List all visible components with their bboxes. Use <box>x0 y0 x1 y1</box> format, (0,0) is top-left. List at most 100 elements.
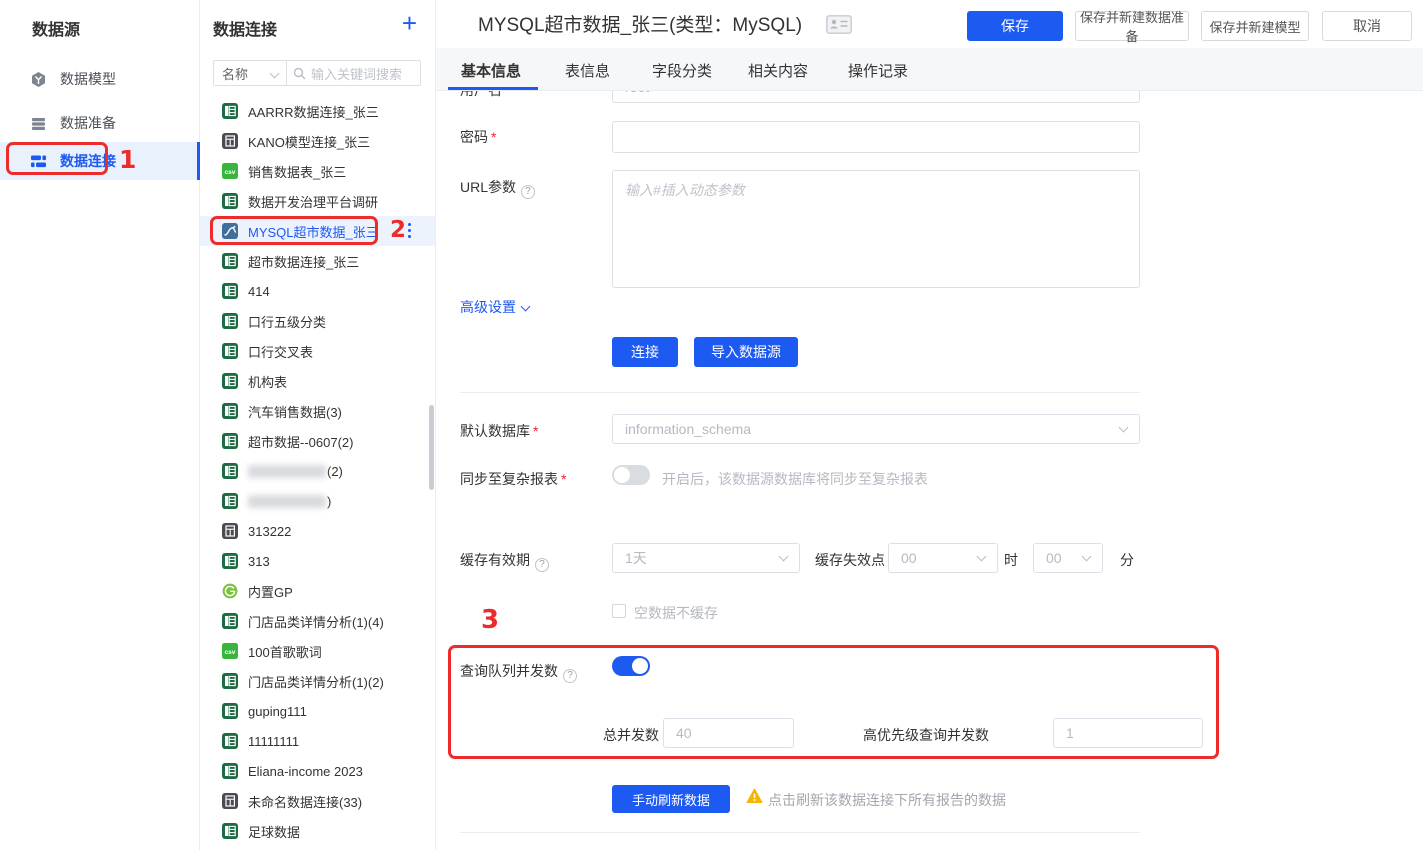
list-item[interactable]: 内置GP <box>200 576 435 606</box>
excel-icon <box>222 283 238 299</box>
list-item[interactable]: 未命名数据连接(33) <box>200 786 435 816</box>
search-input[interactable]: 输入关键词搜索 <box>287 60 421 86</box>
cache-expire-minute-select[interactable]: 00 <box>1033 543 1103 573</box>
required-asterisk: * <box>491 129 496 145</box>
help-icon[interactable]: ? <box>521 185 535 199</box>
list-item-label: 超市数据连接_张三 <box>248 252 359 271</box>
list-item[interactable]: 11111111 <box>200 726 435 756</box>
list-item-label: 414 <box>248 284 270 299</box>
add-connection-button[interactable]: + <box>402 10 417 36</box>
advanced-settings-link[interactable]: 高级设置 <box>460 297 529 317</box>
list-item[interactable]: KANO模型连接_张三 <box>200 126 435 156</box>
list-item-label: KANO模型连接_张三 <box>248 132 370 151</box>
query-queue-label: 查询队列并发数? <box>460 661 577 683</box>
warning-icon <box>746 788 763 807</box>
list-item[interactable]: csv 100首歌歌词 <box>200 636 435 666</box>
total-concurrency-input[interactable]: 40 <box>663 718 794 748</box>
list-item[interactable]: 超市数据--0607(2) <box>200 426 435 456</box>
save-button[interactable]: 保存 <box>967 11 1063 41</box>
save-and-new-prep-button[interactable]: 保存并新建数据准备 <box>1075 11 1189 41</box>
list-item[interactable]: 数据开发治理平台调研 <box>200 186 435 216</box>
list-item[interactable]: 414 <box>200 276 435 306</box>
svg-text:csv: csv <box>225 649 236 656</box>
annotation-number-2: 2 <box>390 217 406 243</box>
list-item[interactable]: 313 <box>200 546 435 576</box>
excel-icon <box>222 763 238 779</box>
cache-expire-label: 缓存失效点 <box>815 550 885 570</box>
list-item-label: ) <box>327 494 331 509</box>
sync-report-toggle[interactable] <box>612 465 650 485</box>
list-item[interactable]: Eliana-income 2023 <box>200 756 435 786</box>
list-item[interactable]: 门店品类详情分析(1)(4) <box>200 606 435 636</box>
help-icon[interactable]: ? <box>535 558 549 572</box>
url-params-textarea[interactable]: 输入#插入动态参数 <box>612 170 1140 288</box>
list-item[interactable]: 口行交叉表 <box>200 336 435 366</box>
annotation-number-3: 3 <box>481 605 499 635</box>
manual-refresh-button[interactable]: 手动刷新数据 <box>612 785 730 813</box>
excel-icon <box>222 193 238 209</box>
default-db-select[interactable]: information_schema <box>612 414 1140 444</box>
list-item[interactable]: 口行五级分类 <box>200 306 435 336</box>
list-item[interactable]: csv销售数据表_张三 <box>200 156 435 186</box>
list-scrollbar[interactable] <box>429 405 434 490</box>
sidebar-item-data-connection[interactable]: 数据连接 <box>0 142 200 180</box>
list-item-label: 313 <box>248 554 270 569</box>
hour-unit-label: 时 <box>1004 550 1018 570</box>
empty-no-cache-checkbox[interactable] <box>612 604 626 618</box>
tab-operation-log[interactable]: 操作记录 <box>848 60 908 81</box>
chevron-down-icon <box>779 552 789 562</box>
url-params-placeholder: 输入#插入动态参数 <box>625 182 745 198</box>
list-item-label: 口行交叉表 <box>248 342 313 361</box>
query-queue-toggle[interactable] <box>612 656 650 676</box>
password-input[interactable] <box>612 121 1140 153</box>
sidebar-title: 数据源 <box>32 16 80 40</box>
high-priority-concurrency-input[interactable]: 1 <box>1053 718 1203 748</box>
list-item[interactable]: 足球数据 <box>200 816 435 846</box>
excel-icon <box>222 313 238 329</box>
help-icon[interactable]: ? <box>563 669 577 683</box>
sidebar-item-data-model[interactable]: 数据模型 <box>0 60 200 98</box>
list-item-label: guping111 <box>248 704 307 719</box>
list-item[interactable]: 汽车销售数据(3) <box>200 396 435 426</box>
save-and-new-model-button[interactable]: 保存并新建模型 <box>1201 11 1309 41</box>
list-item[interactable]: ) <box>200 486 435 516</box>
list-item[interactable]: (2) <box>200 456 435 486</box>
list-item-label: 门店品类详情分析(1)(2) <box>248 672 384 691</box>
list-item-label: 100首歌歌词 <box>248 642 322 661</box>
csv-icon: csv <box>222 163 238 179</box>
excel-icon <box>222 433 238 449</box>
sidebar-item-label: 数据模型 <box>60 69 116 89</box>
cache-period-select[interactable]: 1天 <box>612 543 800 573</box>
cancel-button[interactable]: 取消 <box>1322 11 1412 41</box>
mysql-icon <box>222 223 238 239</box>
list-item[interactable]: 门店品类详情分析(1)(2) <box>200 666 435 696</box>
connect-button[interactable]: 连接 <box>612 337 678 367</box>
tab-basic-info[interactable]: 基本信息 <box>461 60 521 81</box>
list-item[interactable]: 机构表 <box>200 366 435 396</box>
excel-icon <box>222 103 238 119</box>
tab-table-info[interactable]: 表信息 <box>565 60 610 81</box>
tab-related[interactable]: 相关内容 <box>748 60 808 81</box>
main-area: MYSQL超市数据_张三(类型：MySQL) 保存 保存并新建数据准备 保存并新… <box>436 0 1423 850</box>
chevron-down-icon <box>521 302 531 312</box>
empty-no-cache-label: 空数据不缓存 <box>634 603 718 623</box>
list-item[interactable]: AARRR数据连接_张三 <box>200 96 435 126</box>
list-item[interactable]: 超市数据连接_张三 <box>200 246 435 276</box>
tab-field-class[interactable]: 字段分类 <box>652 60 712 81</box>
data-prep-icon <box>30 115 47 132</box>
sync-report-label: 同步至复杂报表* <box>460 469 566 489</box>
list-item-label: 内置GP <box>248 582 293 601</box>
list-item[interactable]: 313222 <box>200 516 435 546</box>
sidebar-item-label: 数据准备 <box>60 113 116 133</box>
import-datasource-button[interactable]: 导入数据源 <box>694 337 798 367</box>
filter-field-select[interactable]: 名称 <box>213 60 287 86</box>
username-input[interactable]: root <box>612 91 1140 103</box>
item-menu-kebab-icon[interactable] <box>408 223 412 241</box>
sidebar-item-data-prep[interactable]: 数据准备 <box>0 104 200 142</box>
search-icon <box>293 67 306 80</box>
minute-unit-label: 分 <box>1120 550 1134 570</box>
cache-expire-hour-select[interactable]: 00 <box>888 543 998 573</box>
list-item-label: MYSQL超市数据_张三 <box>248 222 379 241</box>
list-item[interactable]: guping111 <box>200 696 435 726</box>
high-priority-concurrency-label: 高优先级查询并发数 <box>863 725 989 745</box>
